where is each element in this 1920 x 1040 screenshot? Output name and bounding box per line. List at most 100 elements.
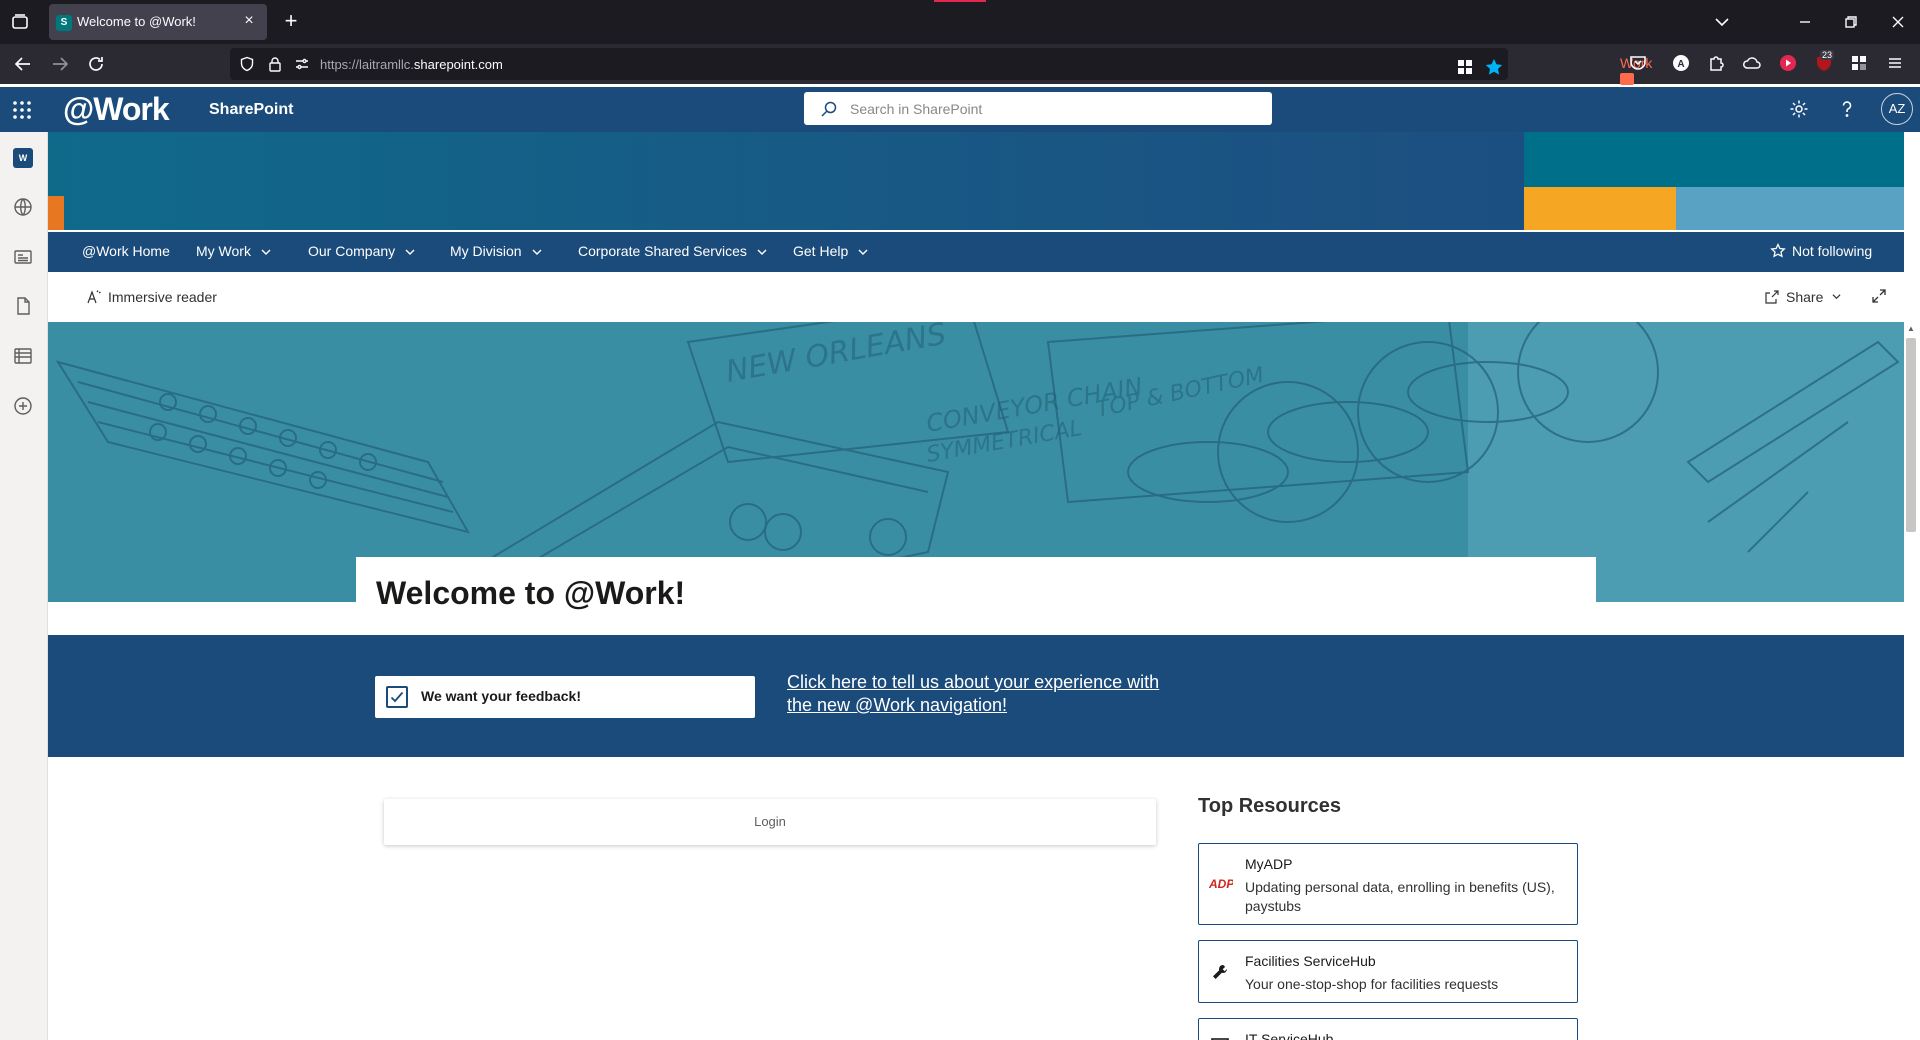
briefcase-icon [1620, 73, 1634, 85]
hamburger-menu-icon[interactable] [1884, 52, 1906, 74]
feedback-link[interactable]: Click here to tell us about your experie… [787, 671, 1187, 717]
chevron-down-icon [405, 249, 415, 256]
window-minimize-icon[interactable] [1794, 11, 1816, 33]
nav-item-corporate-shared-services[interactable]: Corporate Shared Services [578, 243, 767, 259]
page-scrollbar-thumb[interactable] [1906, 338, 1916, 532]
immersive-reader-label: Immersive reader [108, 289, 217, 305]
svg-text:A: A [1677, 59, 1684, 70]
login-button[interactable]: Login [384, 799, 1156, 845]
tab-title: Welcome to @Work! [77, 14, 196, 29]
follow-button[interactable]: Not following [1770, 243, 1872, 259]
window-close-icon[interactable] [1887, 11, 1909, 33]
adp-logo-icon: ADP [1208, 872, 1235, 894]
sharepoint-suite-bar: @Work SharePoint AZ [0, 87, 1920, 132]
expand-full-width-icon[interactable] [1870, 287, 1888, 308]
browser-nav-bar: https://laitramllc.sharepoint.com Work A [0, 44, 1920, 85]
banner-teal-block [1524, 132, 1904, 187]
back-arrow-icon[interactable] [11, 52, 35, 76]
share-button[interactable]: Share [1764, 289, 1841, 305]
star-outline-icon [1770, 243, 1786, 258]
app-launcher-waffle-icon[interactable] [11, 99, 33, 121]
tab-list-icon[interactable] [9, 11, 31, 33]
resource-card-it-servicehub[interactable]: IT ServiceHub [1198, 1018, 1578, 1040]
new-tab-icon[interactable]: + [279, 10, 303, 34]
extension-cloud-icon[interactable] [1741, 52, 1763, 74]
share-icon [1765, 290, 1779, 304]
chevron-down-icon [1832, 294, 1841, 300]
resource-card-facilities-servicehub[interactable]: Facilities ServiceHub Your one-stop-shop… [1198, 940, 1578, 1003]
create-plus-icon[interactable] [12, 395, 34, 417]
page-command-bar: Immersive reader Share [48, 272, 1904, 322]
settings-gear-icon[interactable] [1788, 98, 1812, 122]
resource-title: IT ServiceHub [1245, 1031, 1334, 1040]
nav-item-my-division[interactable]: My Division [450, 243, 542, 259]
banner-yellow-block [1524, 187, 1676, 230]
forward-arrow-icon[interactable] [48, 52, 72, 76]
notification-count-badge: 23 [1820, 50, 1835, 60]
url-domain: sharepoint.com [413, 57, 503, 72]
extensions-puzzle-icon[interactable] [1705, 52, 1727, 74]
search-icon [820, 100, 838, 118]
list-icon[interactable] [12, 345, 34, 367]
share-label: Share [1786, 289, 1824, 305]
feedback-card[interactable]: We want your feedback! [375, 676, 755, 718]
lock-icon[interactable] [267, 56, 283, 72]
reload-icon[interactable] [84, 52, 108, 76]
wrench-icon [1209, 961, 1231, 983]
nav-item-my-work[interactable]: My Work [196, 243, 271, 259]
nav-item-label: Corporate Shared Services [578, 243, 747, 259]
sharepoint-app-bar: W [0, 132, 48, 1040]
tab-close-icon[interactable]: × [241, 12, 257, 30]
top-resources-heading: Top Resources [1198, 795, 1341, 817]
search-box[interactable] [804, 92, 1272, 125]
immersive-reader-button[interactable]: Immersive reader [86, 289, 217, 305]
page-title: Welcome to @Work! [376, 575, 686, 611]
work-logo[interactable]: @Work [63, 91, 170, 128]
account-circle-icon[interactable]: A [1670, 52, 1692, 74]
banner-orange-accent [48, 196, 64, 230]
globe-icon[interactable] [12, 196, 34, 218]
url-text[interactable]: https://laitramllc.sharepoint.com [320, 57, 503, 72]
hub-navigation: @Work Home My Work Our Company My Divisi… [48, 232, 1904, 272]
document-icon[interactable] [12, 295, 34, 317]
url-bar[interactable]: https://laitramllc.sharepoint.com Work [230, 48, 1652, 85]
feedback-link-line-1: Click here to tell us about your experie… [787, 672, 1160, 692]
search-input[interactable] [850, 92, 1250, 125]
tab-overflow-chevron-icon[interactable] [1711, 11, 1733, 33]
bookmark-star-icon[interactable] [1483, 56, 1505, 78]
site-logo-icon[interactable]: W [13, 148, 33, 168]
window-restore-icon[interactable] [1840, 11, 1862, 33]
chevron-down-icon [261, 249, 271, 256]
tracking-shield-icon[interactable] [239, 56, 255, 72]
scroll-up-arrow-icon[interactable]: ▲ [1907, 324, 1917, 334]
permissions-icon[interactable] [294, 56, 310, 72]
resource-card-myadp[interactable]: ADP MyADP Updating personal data, enroll… [1198, 843, 1578, 925]
youtube-extension-icon[interactable] [1777, 52, 1799, 74]
sharepoint-favicon-icon: S [56, 15, 72, 31]
immersive-reader-icon [87, 290, 101, 304]
resource-title: Facilities ServiceHub [1245, 953, 1376, 969]
nav-item-label: Our Company [308, 243, 396, 259]
apps-grid-icon[interactable] [1454, 56, 1476, 78]
nav-item-get-help[interactable]: Get Help [793, 243, 868, 259]
extension-grid-icon[interactable] [1848, 52, 1870, 74]
monitor-icon [1209, 1035, 1231, 1040]
chevron-down-icon [532, 249, 542, 256]
resource-description: Your one-stop-shop for facilities reques… [1245, 976, 1499, 992]
checkbox-checked-icon [386, 686, 408, 708]
nav-item-our-company[interactable]: Our Company [308, 243, 415, 259]
feedback-card-text: We want your feedback! [421, 688, 582, 704]
news-icon[interactable] [12, 246, 34, 268]
resource-description: Updating personal data, enrolling in ben… [1245, 879, 1555, 914]
help-question-icon[interactable] [1836, 98, 1860, 122]
url-prefix: https://laitramllc. [320, 57, 414, 72]
resource-title: MyADP [1245, 856, 1293, 872]
browser-tab-active[interactable]: S Welcome to @Work! × [49, 4, 267, 40]
user-avatar[interactable]: AZ [1881, 93, 1913, 125]
browser-tab-bar: S Welcome to @Work! × + [0, 0, 1920, 44]
sharepoint-app-name[interactable]: SharePoint [209, 101, 293, 119]
nav-item-label: My Division [450, 243, 522, 259]
pocket-icon[interactable] [1627, 52, 1649, 74]
chevron-down-icon [757, 249, 767, 256]
nav-item-work-home[interactable]: @Work Home [82, 243, 170, 259]
